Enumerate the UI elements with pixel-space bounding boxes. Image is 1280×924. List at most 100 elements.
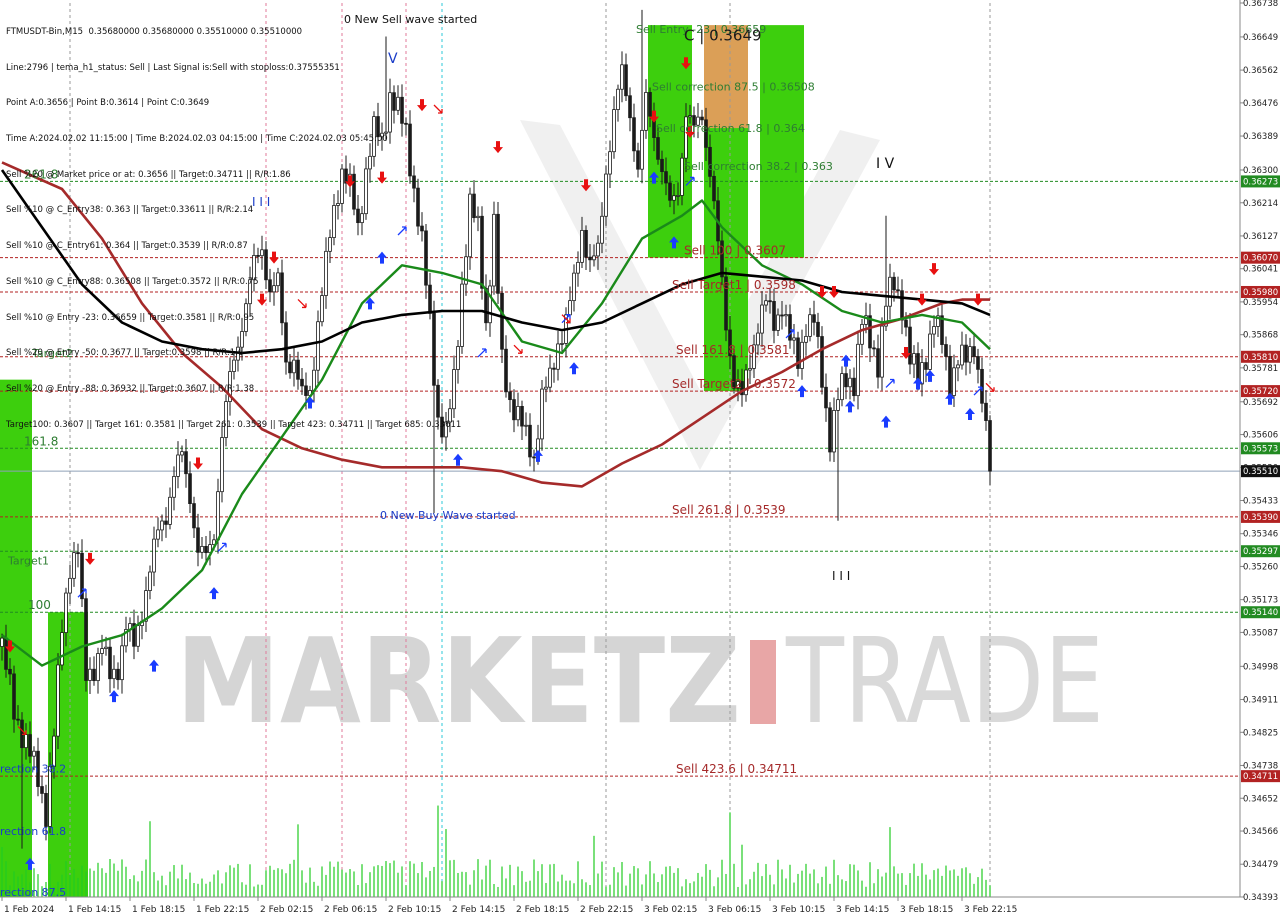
candle-body [776, 314, 780, 331]
candle-body [760, 304, 764, 334]
level-label: 161.8 [24, 434, 58, 448]
axis-price-tag-label: 0.35980 [1243, 288, 1278, 298]
candle-body [64, 592, 68, 633]
candle-body [488, 285, 492, 324]
candle-body [592, 255, 596, 261]
annotation-label: Target1 [7, 555, 49, 568]
axis-tick-label: 0.34393 [1243, 893, 1278, 903]
candle-body [816, 321, 820, 337]
axis-price-tag-label: 0.35573 [1243, 444, 1278, 454]
candle-body [496, 213, 500, 294]
candle-body [372, 116, 376, 157]
axis-tick-label: 0.35433 [1243, 497, 1278, 507]
annotation-label: V [388, 51, 398, 67]
candle-body [956, 364, 960, 369]
axis-tick-label: 0.36649 [1243, 33, 1278, 43]
candle-body [256, 255, 260, 257]
candle-body [788, 314, 792, 341]
candle-body [980, 368, 984, 404]
candle-body [960, 344, 964, 366]
candle-body [364, 168, 368, 215]
zone-box [760, 25, 804, 258]
candle-body [580, 229, 584, 263]
candle-body [92, 668, 96, 682]
axis-tick-label: 0.34825 [1243, 728, 1278, 738]
candle-body [312, 369, 316, 391]
candle-body [968, 346, 972, 363]
candle-body [632, 117, 636, 152]
candle-body [436, 384, 440, 418]
annotation-label: Sell correction 61.8 | 0.364 [656, 122, 805, 135]
level-label: Sell 261.8 | 0.3539 [672, 503, 786, 517]
candle-body [32, 750, 36, 757]
candle-body [680, 157, 684, 196]
time-tick-label: 3 Feb 18:15 [900, 905, 953, 915]
candle-body [40, 786, 44, 794]
candle-body [164, 520, 168, 525]
candle-body [888, 276, 892, 307]
axis-price-tag-label: 0.36070 [1243, 254, 1278, 264]
candle-body [232, 359, 236, 372]
candle-body [224, 401, 228, 438]
candle-body [924, 362, 928, 370]
candle-body [104, 646, 108, 649]
candle-body [48, 766, 52, 827]
time-tick-label: 1 Feb 2024 [4, 905, 55, 915]
candle-body [460, 283, 464, 347]
candle-body [624, 64, 628, 97]
candle-body [824, 386, 828, 409]
price-axis: 0.36738 0.36649 0.36562 0.36476 0.36389 0.363… [1239, 0, 1280, 903]
candle-body [552, 367, 556, 370]
axis-tick-label: 0.34738 [1243, 761, 1278, 771]
annotation-label: I V [876, 156, 895, 172]
candle-body [608, 151, 612, 175]
candle-body [156, 529, 160, 540]
candle-body [380, 132, 384, 138]
annotation-label: Sell correction 87.5 | 0.36508 [652, 81, 815, 94]
candle-body [900, 290, 904, 321]
candle-body [120, 645, 124, 681]
candle-body [412, 175, 416, 189]
time-tick-label: 3 Feb 06:15 [708, 905, 761, 915]
candle-body [340, 168, 344, 204]
axis-price-tag-label: 0.35297 [1243, 547, 1278, 557]
candle-body [800, 341, 804, 369]
candle [496, 202, 500, 305]
candle-body [376, 116, 380, 138]
candle-body [560, 343, 564, 345]
candle-body [952, 367, 956, 396]
candle-body [904, 319, 908, 328]
time-tick-label: 2 Feb 22:15 [580, 905, 633, 915]
candle-body [556, 343, 560, 370]
candle-body [240, 331, 244, 348]
candle-body [540, 388, 544, 440]
time-tick-label: 1 Feb 22:15 [196, 905, 249, 915]
candle-body [4, 637, 8, 670]
candle-body [672, 195, 676, 201]
candle-body [532, 456, 536, 459]
candle-body [172, 476, 176, 498]
watermark-text: TRADE [785, 612, 1104, 750]
time-tick-label: 3 Feb 14:15 [836, 905, 889, 915]
candle-body [416, 187, 420, 227]
candle-body [316, 321, 320, 371]
candle-body [772, 301, 776, 331]
candle-body [280, 272, 284, 324]
candle-body [268, 279, 272, 293]
candle-body [160, 520, 164, 531]
candle-body [668, 182, 672, 201]
candle-body [204, 545, 208, 554]
candle-body [28, 734, 32, 757]
axis-tick-label: 0.35346 [1243, 530, 1278, 540]
candle [244, 298, 248, 337]
candle-body [188, 473, 192, 504]
candle-body [712, 175, 716, 202]
candle-body [276, 272, 280, 287]
axis-tick-label: 0.35087 [1243, 628, 1278, 638]
candle-body [8, 668, 12, 675]
axis-tick-label: 0.34911 [1243, 696, 1278, 706]
candle-body [504, 348, 508, 393]
candle-body [940, 315, 944, 345]
candle-body [396, 96, 400, 111]
candle-body [72, 552, 76, 579]
